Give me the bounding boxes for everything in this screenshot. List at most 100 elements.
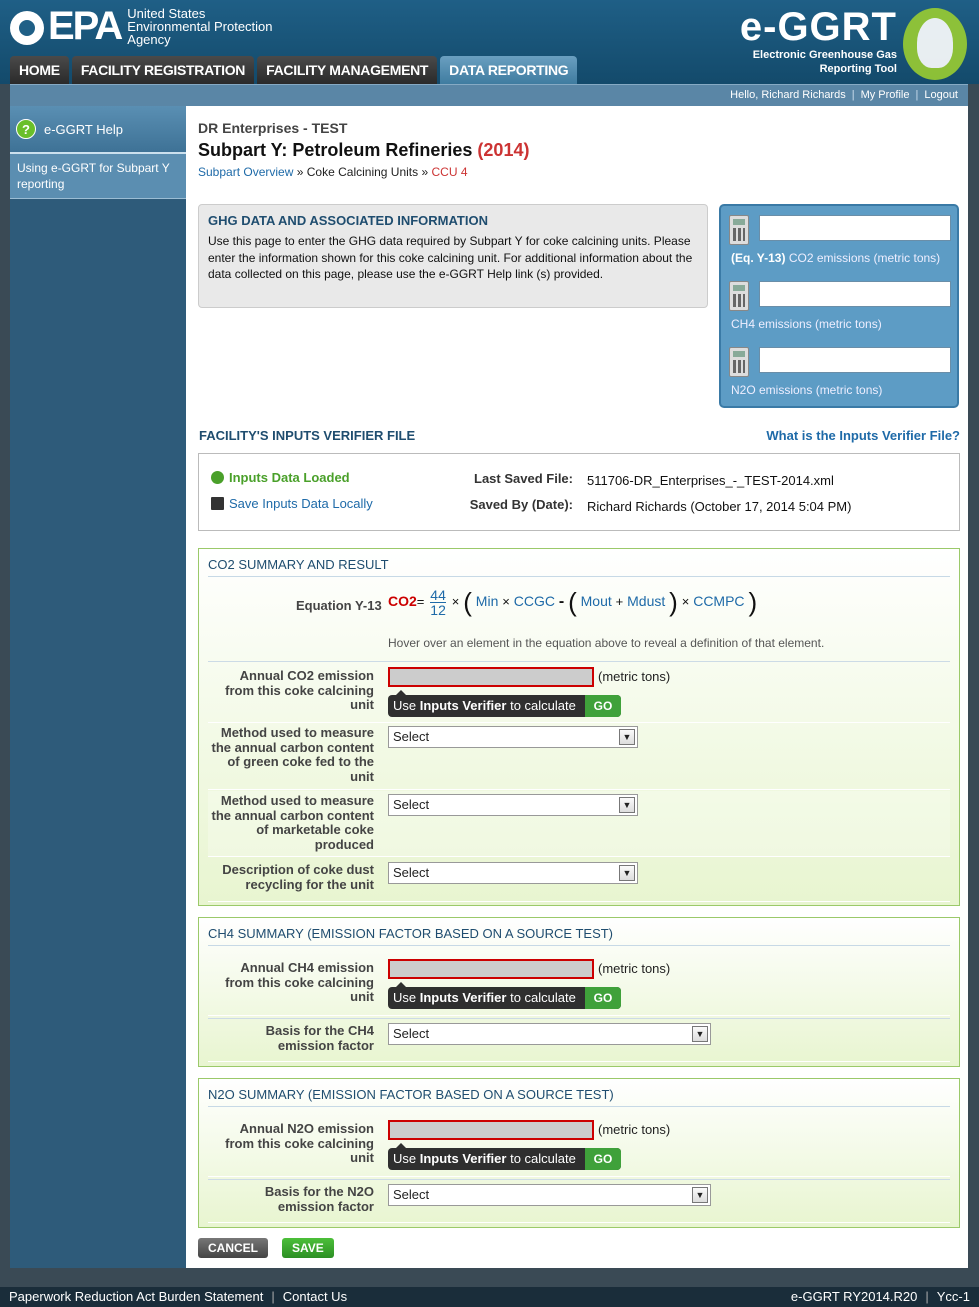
- form-buttons: CANCEL SAVE: [198, 1238, 348, 1258]
- ch4-annual-input[interactable]: [388, 959, 594, 979]
- eq-ccmpc[interactable]: CCMPC: [693, 593, 744, 609]
- co2-calc-row: (Eq. Y-13) CO2 emissions (metric tons): [729, 213, 951, 279]
- equation-label: Equation Y-13: [296, 598, 382, 613]
- verifier-btn-pre: Use: [393, 698, 417, 713]
- nav-tab-home[interactable]: HOME: [10, 56, 69, 84]
- app-version: e-GGRT RY2014.R20: [790, 1289, 918, 1304]
- method-green-coke-select[interactable]: Select ▼: [388, 726, 638, 748]
- help-header: ? e-GGRT Help: [10, 106, 186, 154]
- ch4-summary-section: CH4 SUMMARY (EMISSION FACTOR BASED ON A …: [198, 917, 960, 1067]
- eq-times: ×: [502, 594, 510, 610]
- epa-logo[interactable]: EPA United States Environmental Protecti…: [10, 6, 273, 46]
- saved-by-value: Richard Richards (October 17, 2014 5:04 …: [587, 499, 852, 514]
- help-link-subpart-y[interactable]: Using e-GGRT for Subpart Y reporting: [10, 154, 186, 199]
- breadcrumb: Subpart Overview » Coke Calcining Units …: [198, 165, 529, 179]
- n2o-section-heading: N2O SUMMARY (EMISSION FACTOR BASED ON A …: [208, 1087, 950, 1107]
- select-value: Select: [393, 1026, 430, 1041]
- co2-go-button[interactable]: GO: [585, 695, 621, 717]
- method-marketable-coke-label: Method used to measure the annual carbon…: [211, 793, 374, 852]
- method-green-coke-row: Method used to measure the annual carbon…: [208, 724, 950, 790]
- dropdown-arrow-icon: ▼: [619, 729, 635, 745]
- verifier-btn-post: to calculate: [510, 990, 576, 1005]
- ch4-calc-row: CH4 emissions (metric tons): [729, 279, 951, 345]
- eq-fraction[interactable]: 44 12: [430, 588, 446, 617]
- ch4-calc-label: CH4 emissions (metric tons): [731, 317, 882, 331]
- nav-tab-facility-registration[interactable]: FACILITY REGISTRATION: [71, 56, 255, 84]
- breadcrumb-subpart-overview[interactable]: Subpart Overview: [198, 165, 293, 179]
- help-question-icon: ?: [16, 119, 36, 139]
- saved-by-label: Saved By (Date):: [469, 497, 573, 512]
- my-profile-link[interactable]: My Profile: [861, 89, 910, 101]
- n2o-inputs-verifier-button[interactable]: Use Inputs Verifier to calculate GO: [388, 1143, 621, 1170]
- calculator-icon: [729, 215, 749, 245]
- eq-paren: (: [568, 587, 577, 617]
- help-title: e-GGRT Help: [44, 121, 123, 137]
- ch4-inputs-verifier-button[interactable]: Use Inputs Verifier to calculate GO: [388, 982, 621, 1009]
- epa-mark: EPA: [10, 6, 123, 46]
- eq-ccgc[interactable]: CCGC: [514, 593, 555, 609]
- contact-us-link[interactable]: Contact Us: [283, 1289, 347, 1304]
- cancel-button[interactable]: CANCEL: [198, 1238, 268, 1258]
- reporting-year: (2014): [477, 140, 530, 160]
- verifier-help-link[interactable]: What is the Inputs Verifier File?: [766, 428, 960, 443]
- app-subtitle-line1: Electronic Greenhouse Gas: [752, 49, 897, 61]
- check-circle-icon: [211, 471, 224, 484]
- save-inputs-text: Save Inputs Data Locally: [229, 496, 373, 511]
- n2o-calc-label: N2O emissions (metric tons): [731, 383, 883, 397]
- n2o-basis-select[interactable]: Select ▼: [388, 1184, 711, 1206]
- subpart-title: Subpart Y: Petroleum Refineries: [198, 140, 473, 160]
- n2o-annual-input[interactable]: [388, 1120, 594, 1140]
- method-marketable-coke-select[interactable]: Select ▼: [388, 794, 638, 816]
- n2o-basis-row: Basis for the N2O emission factor Select…: [208, 1179, 950, 1223]
- eq-mdust[interactable]: Mdust: [627, 593, 665, 609]
- ch4-annual-row: Annual CH4 emission from this coke calci…: [208, 954, 950, 1016]
- n2o-calc-row: N2O emissions (metric tons): [729, 345, 951, 411]
- verifier-title: FACILITY'S INPUTS VERIFIER FILE: [199, 428, 416, 443]
- eq-min[interactable]: Min: [476, 593, 499, 609]
- eq-paren: ): [669, 587, 678, 617]
- co2-annual-input[interactable]: [388, 667, 594, 687]
- n2o-basis-label: Basis for the N2O emission factor: [264, 1184, 374, 1214]
- breadcrumb-separator: »: [296, 165, 304, 179]
- save-button[interactable]: SAVE: [282, 1238, 334, 1258]
- coke-dust-select[interactable]: Select ▼: [388, 862, 638, 884]
- eq-co2[interactable]: CO2: [388, 593, 417, 609]
- eq-mout[interactable]: Mout: [581, 593, 612, 609]
- epa-line1: United States: [127, 5, 206, 21]
- eq-plus: +: [615, 594, 624, 610]
- n2o-summary-section: N2O SUMMARY (EMISSION FACTOR BASED ON A …: [198, 1078, 960, 1228]
- ghg-info-body: Use this page to enter the GHG data requ…: [208, 234, 693, 281]
- n2o-annual-row: Annual N2O emission from this coke calci…: [208, 1115, 950, 1177]
- user-bar: Hello, Richard Richards | My Profile | Logou…: [10, 84, 968, 106]
- nav-tab-data-reporting[interactable]: DATA REPORTING: [440, 56, 578, 84]
- ch4-basis-row: Basis for the CH4 emission factor Select…: [208, 1018, 950, 1062]
- eq-minus: -: [558, 593, 565, 611]
- inputs-loaded-text: Inputs Data Loaded: [229, 470, 350, 485]
- co2-emissions-total: [759, 215, 951, 241]
- ch4-basis-label: Basis for the CH4 emission factor: [265, 1023, 374, 1053]
- epa-line2: Environmental Protection: [127, 18, 273, 34]
- paperwork-link[interactable]: Paperwork Reduction Act Burden Statement: [9, 1289, 263, 1304]
- ch4-go-button[interactable]: GO: [585, 987, 621, 1009]
- n2o-go-button[interactable]: GO: [585, 1148, 621, 1170]
- calculator-icon: [729, 281, 749, 311]
- page-id: Ycc-1: [936, 1289, 970, 1304]
- last-saved-value: 511706-DR_Enterprises_-_TEST-2014.xml: [587, 473, 834, 488]
- bird-logo-icon: [903, 8, 967, 80]
- verifier-btn-post: to calculate: [510, 698, 576, 713]
- ch4-basis-select[interactable]: Select ▼: [388, 1023, 711, 1045]
- eq-paren: (: [463, 587, 472, 617]
- inputs-loaded-status: Inputs Data Loaded: [211, 470, 350, 485]
- co2-annual-row: Annual CO2 emission from this coke calci…: [208, 661, 950, 723]
- epa-line3: Agency: [127, 31, 171, 47]
- equation-y13: CO2= 44 12 × ( Min × CCGC - ( Mout + Mdus…: [388, 587, 757, 618]
- select-value: Select: [393, 797, 430, 812]
- select-value: Select: [393, 729, 430, 744]
- co2-inputs-verifier-button[interactable]: Use Inputs Verifier to calculate GO: [388, 690, 621, 717]
- app-logo-text: e-GGRT: [739, 5, 897, 49]
- verifier-btn-post: to calculate: [510, 1151, 576, 1166]
- logout-link[interactable]: Logout: [924, 89, 958, 101]
- nav-tab-facility-management[interactable]: FACILITY MANAGEMENT: [257, 56, 438, 84]
- save-inputs-locally-link[interactable]: Save Inputs Data Locally: [211, 496, 373, 511]
- footer-right: e-GGRT RY2014.R20 | Ycc-1: [791, 1289, 970, 1304]
